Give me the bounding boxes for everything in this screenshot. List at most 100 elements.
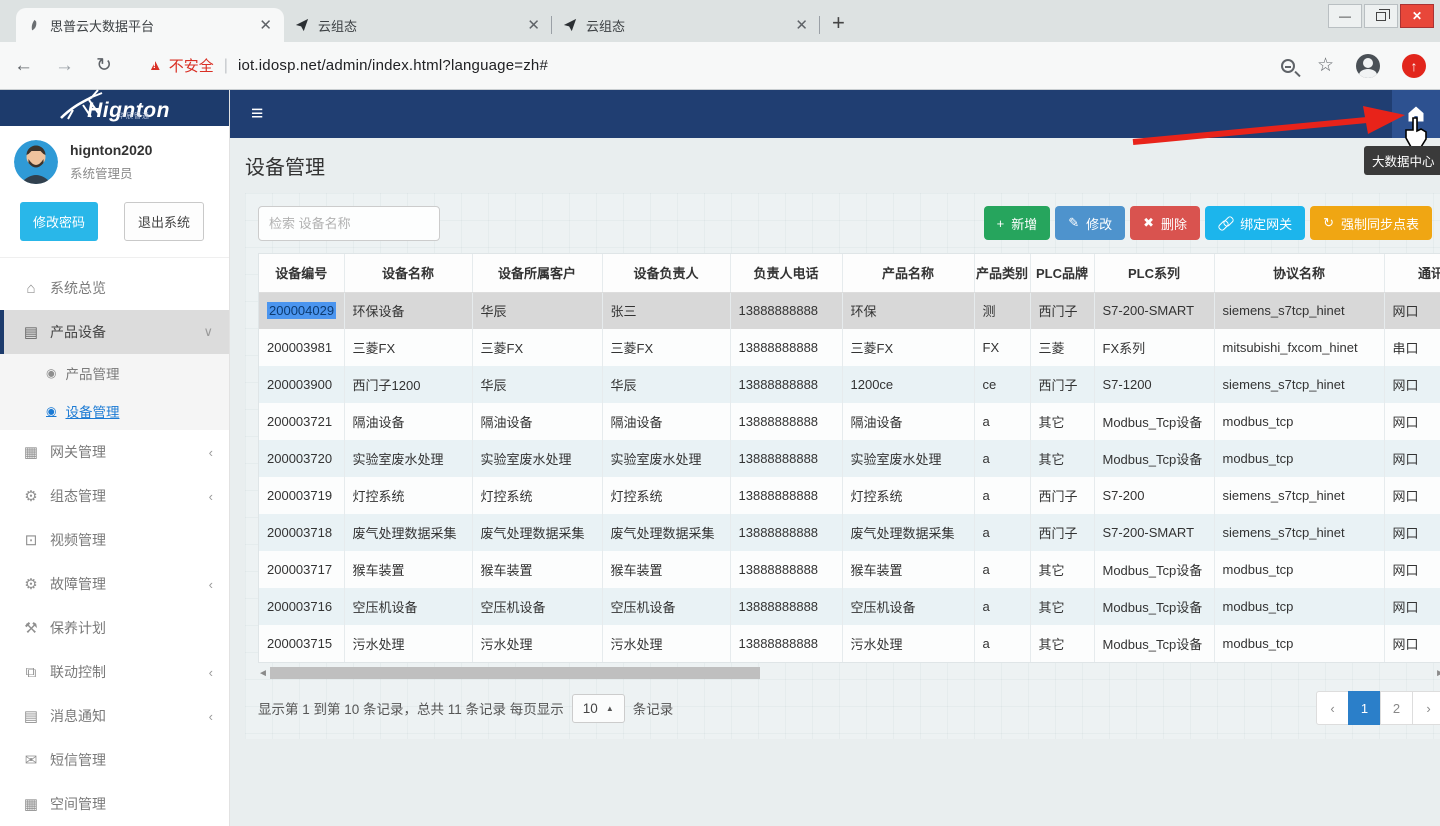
table-row[interactable]: 200003717猴车装置猴车装置猴车装置13888888888猴车装置a其它M… <box>259 551 1440 588</box>
page-button-2[interactable]: 2 <box>1380 691 1413 725</box>
page-button-›[interactable]: › <box>1412 691 1440 725</box>
table-cell: 200003720 <box>259 440 344 477</box>
table-cell: modbus_tcp <box>1214 625 1384 662</box>
table-cell: 网口 <box>1384 366 1440 403</box>
新增-button[interactable]: +新增 <box>984 206 1051 240</box>
video-icon: ⊡ <box>20 531 42 549</box>
table-cell: siemens_s7tcp_hinet <box>1214 366 1384 403</box>
table-row[interactable]: 200003721隔油设备隔油设备隔油设备13888888888隔油设备a其它M… <box>259 403 1440 440</box>
强制同步点表-button[interactable]: ↻强制同步点表 <box>1310 206 1432 240</box>
page-button-‹[interactable]: ‹ <box>1316 691 1349 725</box>
绑定网关-button[interactable]: 绑定网关 <box>1205 206 1305 240</box>
table-row[interactable]: 200003720实验室废水处理实验室废水处理实验室废水处理1388888888… <box>259 440 1440 477</box>
sidebar-item-产品设备[interactable]: ▤产品设备∨ <box>0 310 229 354</box>
sidebar-item-短信管理[interactable]: ✉短信管理 <box>0 738 229 782</box>
table-cell: 隔油设备 <box>842 403 974 440</box>
table-cell: 污水处理 <box>472 625 602 662</box>
table-cell: 西门子 <box>1030 292 1094 329</box>
table-row[interactable]: 200003715污水处理污水处理污水处理13888888888污水处理a其它M… <box>259 625 1440 662</box>
table-cell: 张三 <box>602 292 730 329</box>
table-row[interactable]: 200003716空压机设备空压机设备空压机设备13888888888空压机设备… <box>259 588 1440 625</box>
sidebar-item-空间管理[interactable]: ▦空间管理 <box>0 782 229 826</box>
sms-icon: ✉ <box>20 751 42 769</box>
url-divider: | <box>224 57 228 75</box>
sidebar-item-label: 消息通知 <box>50 706 106 726</box>
sidebar-item-label: 系统总览 <box>50 278 106 298</box>
sidebar-item-视频管理[interactable]: ⊡视频管理 <box>0 518 229 562</box>
back-icon[interactable]: ← <box>14 55 33 77</box>
reload-icon[interactable]: ↻ <box>96 54 112 77</box>
page-title: 设备管理 <box>245 151 1440 180</box>
sidebar-item-组态管理[interactable]: ⚙组态管理‹ <box>0 474 229 518</box>
page-size-select[interactable]: 10 ▲ <box>572 694 625 723</box>
table-cell: Modbus_Tcp设备 <box>1094 588 1214 625</box>
change-password-button[interactable]: 修改密码 <box>20 202 98 241</box>
close-button[interactable]: ✕ <box>1400 4 1434 28</box>
tab-close-icon[interactable]: ✕ <box>793 16 810 34</box>
table-cell: Modbus_Tcp设备 <box>1094 625 1214 662</box>
table-cell: 实验室废水处理 <box>842 440 974 477</box>
zoom-out-icon[interactable] <box>1281 59 1295 73</box>
table-cell: 灯控系统 <box>344 477 472 514</box>
security-warning-icon[interactable]: ▲! <box>148 57 163 74</box>
table-cell: 200003981 <box>259 329 344 366</box>
hamburger-menu-icon[interactable]: ≡ <box>251 102 263 126</box>
table-cell: 网口 <box>1384 477 1440 514</box>
table-cell: 三菱FX <box>842 329 974 366</box>
browser-update-icon[interactable]: ↑ <box>1402 54 1426 78</box>
page-button-1[interactable]: 1 <box>1348 691 1381 725</box>
tab-strip: 思普云大数据平台✕云组态✕云组态✕ + — ✕ <box>0 0 1440 42</box>
sidebar-subitem-设备管理[interactable]: ◉设备管理 <box>0 392 229 430</box>
sidebar-item-系统总览[interactable]: ⌂系统总览 <box>0 266 229 310</box>
sidebar-item-label: 组态管理 <box>50 486 106 506</box>
restore-button[interactable] <box>1364 4 1398 28</box>
chevron-left-icon: ‹ <box>209 709 213 724</box>
user-avatar[interactable] <box>14 140 58 184</box>
table-cell: Modbus_Tcp设备 <box>1094 403 1214 440</box>
tab-close-icon[interactable]: ✕ <box>257 16 274 34</box>
tab-close-icon[interactable]: ✕ <box>525 16 542 34</box>
main-area: ≡ 设备管理 +新增✎修改✖删除绑定网关↻强制同步点表 <box>230 90 1440 826</box>
table-row[interactable]: 200003900西门子1200华辰华辰138888888881200cece西… <box>259 366 1440 403</box>
scrollbar-track[interactable] <box>270 667 1433 679</box>
scroll-right-icon[interactable]: ► <box>1433 668 1440 679</box>
sidebar-item-消息通知[interactable]: ▤消息通知‹ <box>0 694 229 738</box>
sidebar-item-故障管理[interactable]: ⚙故障管理‹ <box>0 562 229 606</box>
table-cell: 猴车装置 <box>472 551 602 588</box>
browser-tab[interactable]: 云组态 ✕ <box>552 8 820 42</box>
column-header: 协议名称 <box>1214 254 1384 292</box>
bookmark-star-icon[interactable]: ☆ <box>1317 54 1334 77</box>
search-input[interactable] <box>258 206 440 241</box>
sidebar-item-联动控制[interactable]: ⧉联动控制‹ <box>0 650 229 694</box>
删除-button[interactable]: ✖删除 <box>1130 206 1200 240</box>
column-header: 通讯方式 <box>1384 254 1440 292</box>
修改-button[interactable]: ✎修改 <box>1055 206 1125 240</box>
security-warning-label[interactable]: 不安全 <box>169 55 214 76</box>
table-cell: 猴车装置 <box>602 551 730 588</box>
minimize-button[interactable]: — <box>1328 4 1362 28</box>
table-row[interactable]: 200003719灯控系统灯控系统灯控系统13888888888灯控系统a西门子… <box>259 477 1440 514</box>
table-row[interactable]: 200004029环保设备华辰张三13888888888环保测西门子S7-200… <box>259 292 1440 329</box>
sidebar-item-网关管理[interactable]: ▦网关管理‹ <box>0 430 229 474</box>
home-tooltip: 大数据中心 <box>1364 146 1440 175</box>
table-cell: 西门子 <box>1030 477 1094 514</box>
scrollbar-thumb[interactable] <box>270 667 760 679</box>
sidebar-item-保养计划[interactable]: ⚒保养计划 <box>0 606 229 650</box>
sidebar-subitem-产品管理[interactable]: ◉产品管理 <box>0 354 229 392</box>
browser-tab[interactable]: 云组态✕ <box>284 8 552 42</box>
gateway-icon: ▦ <box>20 443 42 461</box>
table-row[interactable]: 200003981三菱FX三菱FX三菱FX13888888888三菱FXFX三菱… <box>259 329 1440 366</box>
table-cell: 网口 <box>1384 588 1440 625</box>
home-button[interactable] <box>1392 90 1440 138</box>
logout-button[interactable]: 退出系统 <box>124 202 204 241</box>
tab-title: 云组态 <box>586 16 785 35</box>
url-text[interactable]: iot.idosp.net/admin/index.html?language=… <box>238 57 548 74</box>
table-row[interactable]: 200003718废气处理数据采集废气处理数据采集废气处理数据采集1388888… <box>259 514 1440 551</box>
new-tab-button[interactable]: + <box>832 10 845 36</box>
forward-icon[interactable]: → <box>55 55 74 77</box>
browser-profile-icon[interactable] <box>1356 54 1380 78</box>
logo-subtext: 华辰智通 <box>118 111 150 121</box>
scroll-left-icon[interactable]: ◄ <box>258 668 270 679</box>
browser-tab[interactable]: 思普云大数据平台✕ <box>16 8 284 42</box>
table-cell: S7-1200 <box>1094 366 1214 403</box>
